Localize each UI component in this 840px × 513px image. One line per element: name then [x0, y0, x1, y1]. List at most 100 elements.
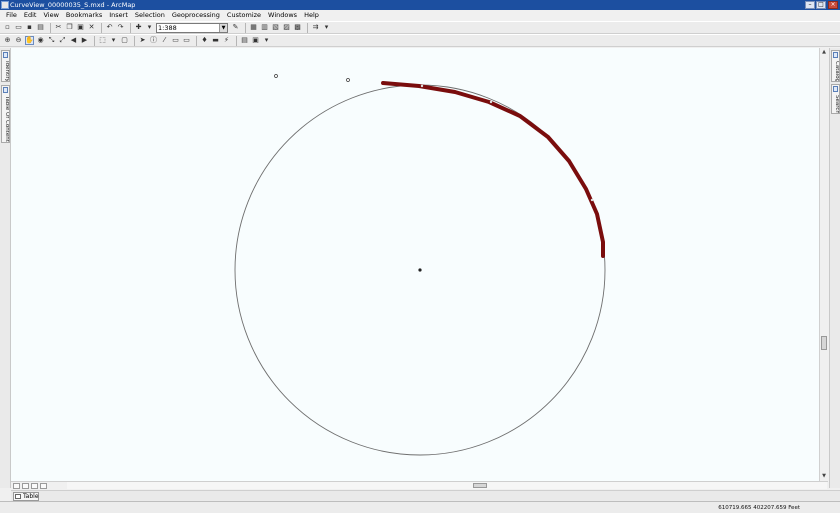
standard-toolbar: ▫ ▭ ▪ ▤ ✂ ❐ ▣ ✕ ↶ ↷ ✚ ▾ 1:388 ▼ ✎ ▦ ▥ ▧ … — [0, 21, 840, 34]
clear-selection-icon[interactable]: ▢ — [120, 36, 129, 45]
layout-view-button[interactable] — [22, 482, 29, 489]
measure-icon[interactable]: ▬ — [211, 36, 220, 45]
cursor-coordinates: 610719.665 402207.659 Feet — [718, 505, 800, 511]
cut-icon[interactable]: ✂ — [54, 23, 63, 32]
arc-vertex — [590, 198, 594, 202]
go-to-xy-icon[interactable]: ♦ — [200, 36, 209, 45]
model-builder-icon[interactable]: ⇉ — [311, 23, 320, 32]
map-vertical-scrollbar[interactable]: ▲ ▼ — [819, 48, 828, 481]
toolbar-separator — [134, 35, 135, 46]
selected-arc-segment[interactable] — [381, 81, 605, 258]
maximize-button[interactable]: □ — [816, 1, 826, 9]
copy-icon[interactable]: ❐ — [65, 23, 74, 32]
python-window-icon[interactable]: ▩ — [293, 23, 302, 32]
status-bar: 610719.665 402207.659 Feet — [0, 501, 840, 513]
add-data-icon[interactable]: ✚ — [134, 23, 143, 32]
add-data-dropdown-icon[interactable]: ▾ — [145, 23, 154, 32]
vertex-point — [346, 78, 350, 82]
select-dropdown-icon[interactable]: ▾ — [109, 36, 118, 45]
data-view-button[interactable] — [13, 482, 20, 489]
horizontal-scroll-thumb[interactable] — [473, 483, 487, 488]
search-window-icon[interactable]: ▧ — [271, 23, 280, 32]
time-slider-icon[interactable]: ▤ — [240, 36, 249, 45]
identify-icon[interactable]: ⓘ — [149, 36, 158, 45]
toolbar-separator — [101, 22, 102, 33]
back-extent-icon[interactable]: ◀ — [69, 36, 78, 45]
arc-vertex — [420, 84, 424, 88]
menu-geoprocessing[interactable]: Geoprocessing — [172, 10, 220, 21]
bottom-dock: Table — [11, 490, 840, 501]
zoom-out-icon[interactable]: ⊖ — [14, 36, 23, 45]
tab-identify[interactable]: Identify — [1, 50, 10, 82]
toolbar-options-icon[interactable]: ▾ — [262, 36, 271, 45]
create-viewer-window-icon[interactable]: ▣ — [251, 36, 260, 45]
table-icon — [15, 494, 21, 499]
minimize-button[interactable]: – — [805, 1, 815, 9]
tab-search[interactable]: Search — [831, 84, 840, 114]
menu-view[interactable]: View — [43, 10, 58, 21]
search-icon — [833, 86, 838, 92]
arctoolbox-icon[interactable]: ▨ — [282, 23, 291, 32]
tab-table-label: Table — [23, 493, 39, 500]
pan-icon[interactable]: ✋ — [25, 36, 34, 45]
chevron-down-icon[interactable]: ▼ — [219, 23, 227, 32]
editor-toolbar-icon[interactable]: ✎ — [231, 23, 240, 32]
hyperlink-icon[interactable]: ⚡ — [222, 36, 231, 45]
tab-table-of-contents[interactable]: Table Of Contents — [1, 85, 10, 143]
right-dock: Catalog Search — [829, 48, 840, 488]
zoom-in-icon[interactable]: ⊕ — [3, 36, 12, 45]
toolbar-separator — [307, 22, 308, 33]
forward-extent-icon[interactable]: ▶ — [80, 36, 89, 45]
toolbar-separator — [245, 22, 246, 33]
find-icon[interactable]: ▭ — [171, 36, 180, 45]
map-canvas[interactable] — [11, 48, 819, 481]
window-title: CurveView_00000035_S.mxd - ArcMap — [10, 1, 136, 9]
save-icon[interactable]: ▪ — [25, 23, 34, 32]
tab-search-label: Search — [834, 95, 840, 114]
tab-toc-label: Table Of Contents — [4, 96, 10, 143]
tab-table[interactable]: Table — [13, 492, 39, 501]
map-horizontal-scrollbar[interactable] — [67, 482, 827, 489]
toolbar-separator — [130, 22, 131, 33]
refresh-view-button[interactable] — [31, 482, 38, 489]
menu-windows[interactable]: Windows — [268, 10, 297, 21]
table-of-contents-icon[interactable]: ▦ — [249, 23, 258, 32]
scroll-down-icon[interactable]: ▼ — [820, 472, 828, 480]
menu-insert[interactable]: Insert — [109, 10, 128, 21]
html-popup-icon[interactable]: ⁄ — [160, 36, 169, 45]
menu-help[interactable]: Help — [304, 10, 319, 21]
open-folder-icon[interactable]: ▭ — [14, 23, 23, 32]
new-document-icon[interactable]: ▫ — [3, 23, 12, 32]
redo-icon[interactable]: ↷ — [116, 23, 125, 32]
find-route-icon[interactable]: ▭ — [182, 36, 191, 45]
toolbar-separator — [94, 35, 95, 46]
toolbar-separator — [236, 35, 237, 46]
catalog-icon — [833, 52, 838, 58]
menu-file[interactable]: File — [6, 10, 17, 21]
full-extent-icon[interactable]: ◉ — [36, 36, 45, 45]
menu-edit[interactable]: Edit — [24, 10, 37, 21]
catalog-window-icon[interactable]: ▥ — [260, 23, 269, 32]
undo-icon[interactable]: ↶ — [105, 23, 114, 32]
menu-customize[interactable]: Customize — [227, 10, 261, 21]
paste-icon[interactable]: ▣ — [76, 23, 85, 32]
menu-bookmarks[interactable]: Bookmarks — [66, 10, 102, 21]
pause-drawing-button[interactable] — [40, 482, 47, 489]
delete-icon[interactable]: ✕ — [87, 23, 96, 32]
select-features-icon[interactable]: ⬚ — [98, 36, 107, 45]
vertical-scroll-thumb[interactable] — [821, 336, 827, 350]
print-icon[interactable]: ▤ — [36, 23, 45, 32]
map-scale-combo[interactable]: 1:388 ▼ — [156, 22, 228, 33]
map-display[interactable] — [11, 48, 819, 481]
close-button[interactable]: × — [828, 1, 838, 9]
fixed-zoom-in-icon[interactable]: ⤡ — [47, 36, 56, 45]
fixed-zoom-out-icon[interactable]: ⤢ — [58, 36, 67, 45]
menu-selection[interactable]: Selection — [135, 10, 165, 21]
vertex-point — [274, 74, 278, 78]
menu-bar: File Edit View Bookmarks Insert Selectio… — [0, 10, 840, 21]
scroll-up-icon[interactable]: ▲ — [820, 48, 828, 56]
select-elements-icon[interactable]: ➤ — [138, 36, 147, 45]
arcmap-app-icon[interactable] — [1, 1, 9, 9]
tab-catalog[interactable]: Catalog — [831, 50, 840, 82]
toolbar-options-icon[interactable]: ▾ — [322, 23, 331, 32]
